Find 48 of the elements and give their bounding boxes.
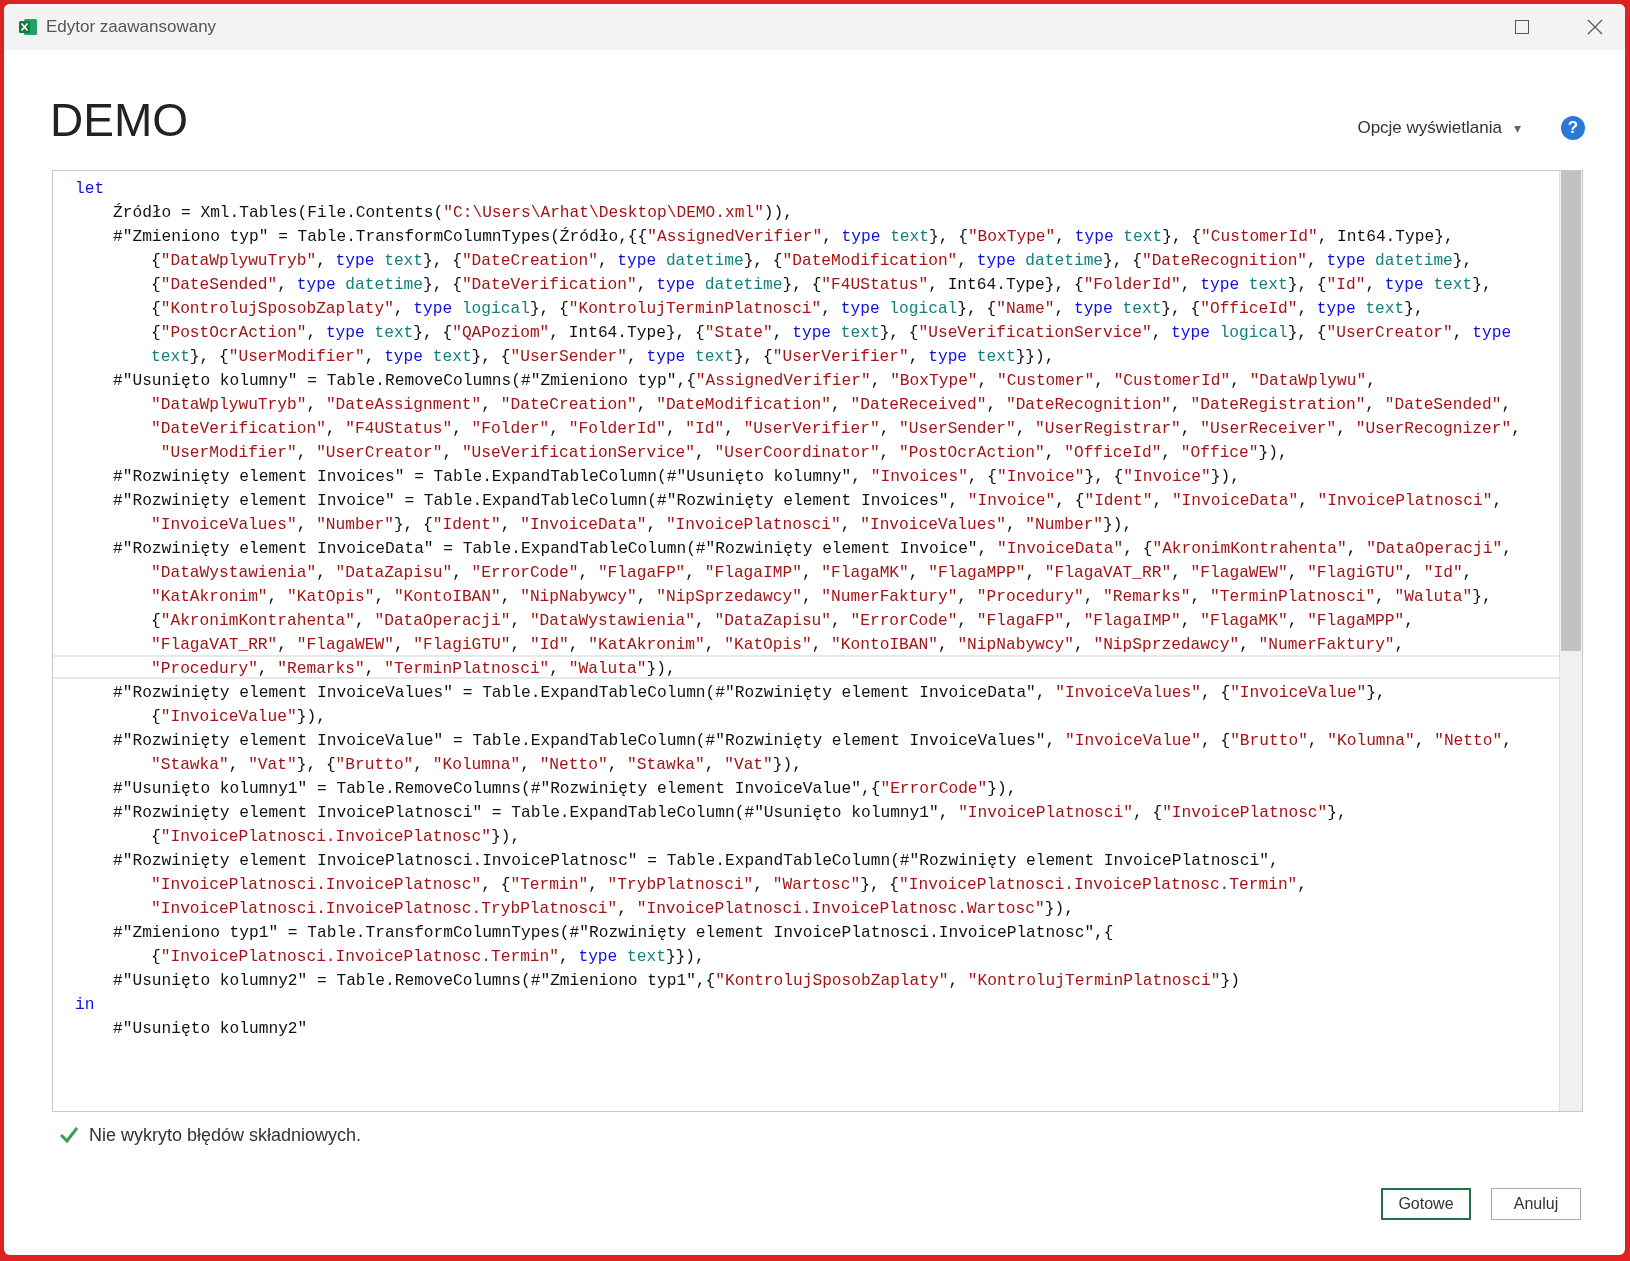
code-line: #"Rozwinięty element InvoiceValue" = Table.ExpandTableColumn(#"Rozwinięty element InvoiceValues", "InvoiceValue", {"Brutto", "Kolumna", "Netto", — [113, 732, 1512, 750]
window-title: Edytor zaawansowany — [46, 17, 217, 37]
code-line: {"InvoicePlatnosci.InvoicePlatnosc"}), — [151, 828, 521, 846]
close-icon[interactable] — [1587, 19, 1603, 35]
code-line: #"Usunięto kolumny2" = Table.RemoveColumns(#"Zmieniono typ1",{"KontrolujSposobZaplaty", "KontrolujTerminPlatnosci"}) — [113, 972, 1240, 990]
code-line: "DataWplywuTryb", "DateAssignment", "DateCreation", "DateModification", "DateReceived", "DateRecognition", "DateRegistration", "DateSended", — [151, 396, 1512, 414]
code-line: #"Rozwinięty element InvoicePlatnosci.InvoicePlatnosc" = Table.ExpandTableColumn(#"Rozwinięty element InvoicePlatnosci", — [113, 852, 1279, 870]
code-line: #"Rozwinięty element InvoiceData" = Table.ExpandTableColumn(#"Rozwinięty element Invoice", "InvoiceData", {"AkronimKontrahenta", "DataOperacji", — [113, 540, 1512, 558]
code-keyword: let — [75, 180, 105, 198]
code-line: {"KontrolujSposobZaplaty", type logical}, {"KontrolujTerminPlatnosci", type logical}, {"Name", type text}, {"OfficeId", type text}, — [151, 300, 1424, 318]
status-message: Nie wykryto błędów składniowych. — [89, 1124, 362, 1146]
code-line: "InvoiceValues", "Number"}, {"Ident", "InvoiceData", "InvoicePlatnosci", "InvoiceValues", "Number"}), — [151, 516, 1133, 534]
help-button[interactable]: ? — [1561, 116, 1585, 140]
code-line: #"Usunięto kolumny1" = Table.RemoveColumns(#"Rozwinięty element InvoiceValue",{"ErrorCode"}), — [113, 780, 1017, 798]
code-line: "KatAkronim", "KatOpis", "KontoIBAN", "NipNabywcy", "NipSprzedawcy", "NumerFaktury", "Procedury", "Remarks", "TerminPlatnosci", "Waluta"}, — [151, 588, 1492, 606]
code-line: {"InvoicePlatnosci.InvoicePlatnosc.Termin", type text}}), — [151, 948, 705, 966]
code-line: #"Usunięto kolumny2" — [113, 1020, 308, 1038]
code-line: "DataWystawienia", "DataZapisu", "ErrorCode", "FlagaFP", "FlagaIMP", "FlagaMK", "FlagaMPP", "FlagaVAT_RR", "FlagaWEW", "FlagiGTU", "Id", — [151, 564, 1473, 582]
code-line: "InvoicePlatnosci.InvoicePlatnosc.TrybPlatnosci", "InvoicePlatnosci.InvoicePlatnosc.Wartosc"}), — [151, 900, 1074, 918]
code-line: "FlagaVAT_RR", "FlagaWEW", "FlagiGTU", "Id", "KatAkronim", "KatOpis", "KontoIBAN", "NipNabywcy", "NipSprzedawcy", "NumerFaktury", — [151, 636, 1405, 654]
code-line: #"Zmieniono typ1" = Table.TransformColumnTypes(#"Rozwinięty element InvoicePlatnosci.InvoicePlatnosc",{ — [113, 924, 1114, 942]
code-line: text}, {"UserModifier", type text}, {"UserSender", type text}, {"UserVerifier", type text}}), — [151, 348, 1055, 366]
code-line: #"Rozwinięty element Invoice" = Table.ExpandTableColumn(#"Rozwinięty element Invoices", "Invoice", {"Ident", "InvoiceData", "InvoicePlatnosci", — [113, 492, 1503, 510]
query-title: DEMO — [50, 93, 188, 147]
cancel-button[interactable]: Anuluj — [1491, 1188, 1581, 1220]
spreadsheet-app-icon — [18, 17, 38, 37]
code-line: #"Rozwinięty element Invoices" = Table.ExpandTableColumn(#"Usunięto kolumny", "Invoices", {"Invoice"}, {"Invoice"}), — [113, 468, 1240, 486]
code-line: #"Zmieniono typ" = Table.TransformColumnTypes(Źródło,{{"AssignedVerifier", type text}, {"BoxType", type text}, {"CustomerId", Int64.Type}, — [113, 228, 1454, 246]
maximize-icon[interactable] — [1515, 20, 1529, 34]
confirm-button[interactable]: Gotowe — [1381, 1188, 1471, 1220]
code-line: #"Usunięto kolumny" = Table.RemoveColumns(#"Zmieniono typ",{"AssignedVerifier", "BoxType", "Customer", "CustomerId", "DataWplywu", — [113, 372, 1376, 390]
code-line: "Procedury", "Remarks", "TerminPlatnosci", "Waluta"}), — [151, 660, 676, 678]
code-line: "Stawka", "Vat"}, {"Brutto", "Kolumna", "Netto", "Stawka", "Vat"}), — [151, 756, 802, 774]
code-line: "DateVerification", "F4UStatus", "Folder", "FolderId", "Id", "UserVerifier", "UserSender", "UserRegistrar", "UserReceiver", "UserRecognizer", — [151, 420, 1521, 438]
code-editor[interactable] — [52, 170, 1583, 1112]
code-line: #"Rozwinięty element InvoicePlatnosci" = Table.ExpandTableColumn(#"Usunięto kolumny1", "InvoicePlatnosci", {"InvoicePlatnosc"}, — [113, 804, 1347, 822]
scrollbar[interactable] — [1559, 171, 1582, 1111]
code-line: "UserModifier", "UserCreator", "UseVerificationService", "UserCoordinator", "PostOcrAction", "OfficeId", "Office"}), — [159, 444, 1288, 462]
code-keyword: in — [75, 996, 95, 1014]
code-line: "InvoicePlatnosci.InvoicePlatnosc", {"Termin", "TrybPlatnosci", "Wartosc"}, {"InvoicePlatnosci.InvoicePlatnosc.Termin", — [151, 876, 1308, 894]
code-line: {"InvoiceValue"}), — [151, 708, 326, 726]
display-options-dropdown[interactable]: Opcje wyświetlania ▾ — [1351, 114, 1527, 142]
code-line: #"Rozwinięty element InvoiceValues" = Table.ExpandTableColumn(#"Rozwinięty element InvoiceData", "InvoiceValues", {"InvoiceValue"}, — [113, 684, 1386, 702]
code-line: {"DateSended", type datetime}, {"DateVerification", type datetime}, {"F4UStatus", Int64.Type}, {"FolderId", type text}, {"Id", type text}, — [151, 276, 1492, 294]
code-line: Źródło = Xml.Tables(File.Contents("C:\Users\Arhat\Desktop\DEMO.xml")), — [113, 204, 793, 222]
code-line: {"PostOcrAction", type text}, {"QAPoziom", Int64.Type}, {"State", type text}, {"UseVerificationService", type logical}, {"UserCreator", type — [151, 324, 1512, 342]
code-line: {"DataWplywuTryb", type text}, {"DateCreation", type datetime}, {"DateModification", type datetime}, {"DateRecognition", type datetime}, — [151, 252, 1473, 270]
code-line: {"AkronimKontrahenta", "DataOperacji", "DataWystawienia", "DataZapisu", "ErrorCode", "FlagaFP", "FlagaIMP", "FlagaMK", "FlagaMPP", — [151, 612, 1414, 630]
